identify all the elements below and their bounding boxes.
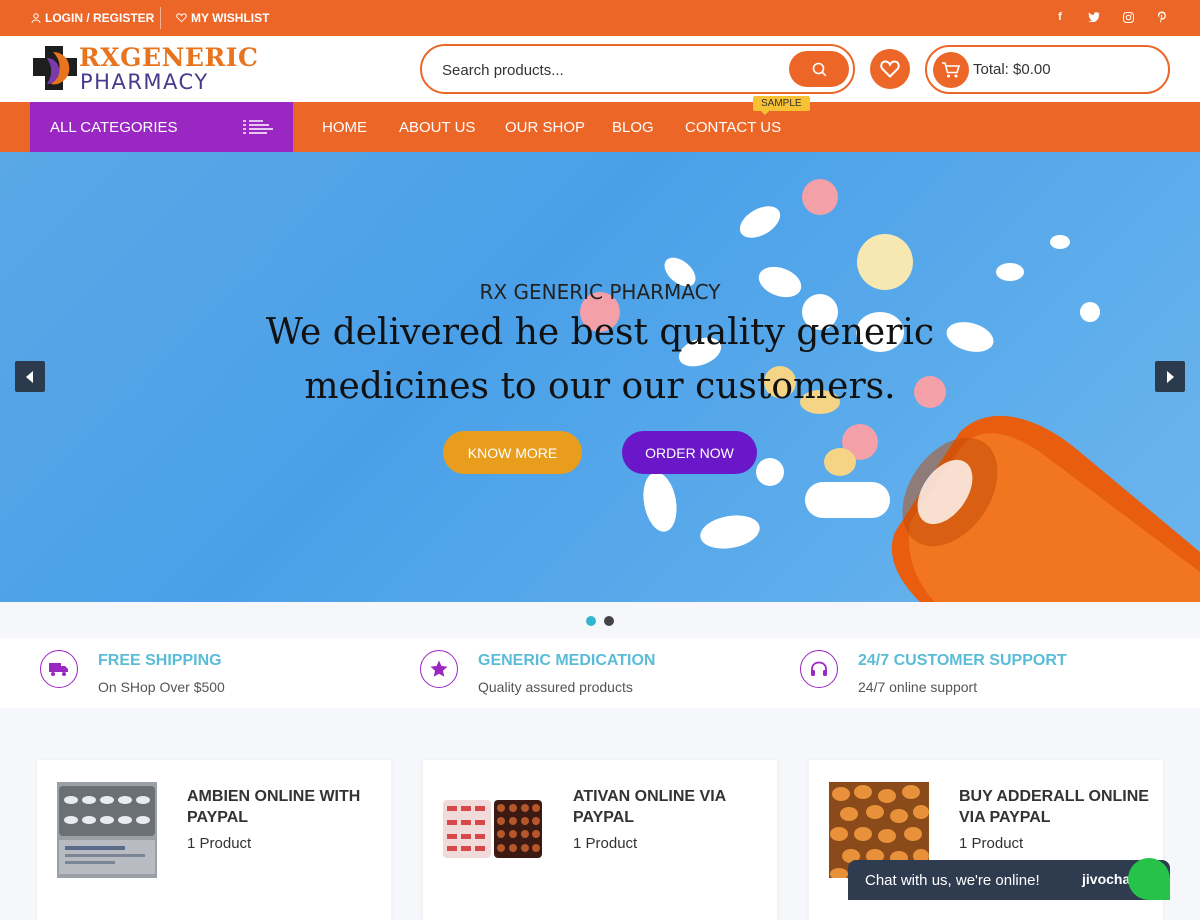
search-icon (812, 62, 826, 76)
feature-subtitle: Quality assured products (478, 679, 633, 695)
arrow-right-icon (1167, 370, 1174, 383)
jivochat-logo: jivochat (1082, 871, 1135, 887)
instagram-icon[interactable] (1120, 9, 1136, 25)
search-input[interactable] (442, 59, 762, 81)
chat-widget[interactable]: Chat with us, we're online! jivochat (848, 858, 1170, 900)
headphones-icon (800, 650, 838, 688)
twitter-icon[interactable] (1086, 9, 1102, 25)
logo-cross-icon (33, 46, 77, 90)
features-strip: FREE SHIPPING On SHop Over $500 GENERIC … (0, 638, 1200, 708)
feature-free-shipping: FREE SHIPPING On SHop Over $500 (40, 638, 400, 708)
site-header: RXGENERIC PHARMACY Total: $0.00 (0, 36, 1200, 102)
top-bar: LOGIN / REGISTER MY WISHLIST f (0, 0, 1200, 36)
slider-dot-1[interactable] (586, 616, 596, 626)
nav-blog[interactable]: BLOG (612, 119, 654, 136)
feature-customer-support: 24/7 CUSTOMER SUPPORT 24/7 online suppor… (800, 638, 1180, 708)
menu-lines-icon (243, 120, 273, 134)
sample-badge: SAMPLE (753, 96, 810, 115)
user-icon (31, 13, 41, 23)
heart-icon (880, 60, 900, 78)
category-title: BUY ADDERALL ONLINE VIA PAYPAL (959, 788, 1149, 826)
hero-headline-line-2: medicines to our our customers. (304, 366, 896, 407)
cart-icon-circle (933, 52, 969, 88)
chat-text: Chat with us, we're online! (865, 872, 1040, 889)
logo-line-2: PHARMACY (80, 70, 209, 94)
slider-prev-button[interactable] (15, 361, 45, 392)
category-title: ATIVAN ONLINE VIA PAYPAL (573, 788, 726, 826)
category-card-ambien[interactable]: AMBIEN ONLINE WITH PAYPAL 1 Product (37, 760, 391, 920)
search-button[interactable] (789, 51, 849, 87)
wishlist-label: MY WISHLIST (191, 11, 270, 25)
star-icon (420, 650, 458, 688)
search-bar (420, 44, 855, 94)
cart-total: Total: $0.00 (973, 61, 1051, 78)
know-more-button[interactable]: KNOW MORE (443, 431, 582, 474)
category-card-ativan[interactable]: ATIVAN ONLINE VIA PAYPAL 1 Product (423, 760, 777, 920)
cart-button[interactable]: Total: $0.00 (925, 45, 1170, 94)
truck-icon (40, 650, 78, 688)
ambien-blister-image (57, 782, 157, 878)
hero-headline-line-1: We delivered he best quality generic (265, 312, 935, 353)
feature-title: 24/7 CUSTOMER SUPPORT (858, 652, 1067, 669)
all-categories-label: ALL CATEGORIES (50, 118, 178, 136)
heart-icon (176, 13, 187, 23)
arrow-left-icon (26, 370, 33, 383)
order-now-button[interactable]: ORDER NOW (622, 431, 757, 474)
category-count: 1 Product (959, 835, 1024, 852)
nav-contact-us[interactable]: CONTACT US (685, 119, 781, 136)
hero-headline: We delivered he best quality generic med… (250, 306, 950, 414)
slider-next-button[interactable] (1155, 361, 1185, 392)
wishlist-button[interactable] (870, 49, 910, 89)
feature-subtitle: 24/7 online support (858, 679, 978, 695)
chat-bubble-icon (1128, 858, 1170, 900)
feature-subtitle: On SHop Over $500 (98, 679, 225, 695)
feature-title: FREE SHIPPING (98, 652, 222, 669)
nav-about-us[interactable]: ABOUT US (399, 119, 475, 136)
site-logo[interactable]: RXGENERIC PHARMACY (31, 44, 258, 94)
login-register-label: LOGIN / REGISTER (45, 11, 155, 25)
hero-subtitle: RX GENERIC PHARMACY (479, 280, 721, 304)
ativan-blister-image (443, 782, 543, 878)
feature-title: GENERIC MEDICATION (478, 652, 656, 669)
category-count: 1 Product (573, 835, 638, 852)
slider-dots (0, 602, 1200, 638)
wishlist-link[interactable]: MY WISHLIST (176, 11, 269, 25)
cart-icon (942, 62, 961, 78)
nav-our-shop[interactable]: OUR SHOP (505, 119, 585, 136)
feature-generic-medication: GENERIC MEDICATION Quality assured produ… (420, 638, 780, 708)
login-register-link[interactable]: LOGIN / REGISTER (31, 11, 154, 25)
pinterest-icon[interactable] (1154, 9, 1170, 25)
facebook-icon[interactable]: f (1052, 9, 1068, 25)
hero-slider: RX GENERIC PHARMACY We delivered he best… (0, 152, 1200, 602)
nav-home[interactable]: HOME (322, 119, 367, 136)
category-count: 1 Product (187, 835, 252, 852)
category-title: AMBIEN ONLINE WITH PAYPAL (187, 788, 361, 826)
main-nav: ALL CATEGORIES HOME ABOUT US OUR SHOP BL… (0, 96, 1200, 152)
all-categories-button[interactable]: ALL CATEGORIES (30, 102, 293, 152)
logo-line-1: RXGENERIC (79, 43, 259, 72)
topbar-divider (160, 7, 161, 29)
slider-dot-2[interactable] (604, 616, 614, 626)
